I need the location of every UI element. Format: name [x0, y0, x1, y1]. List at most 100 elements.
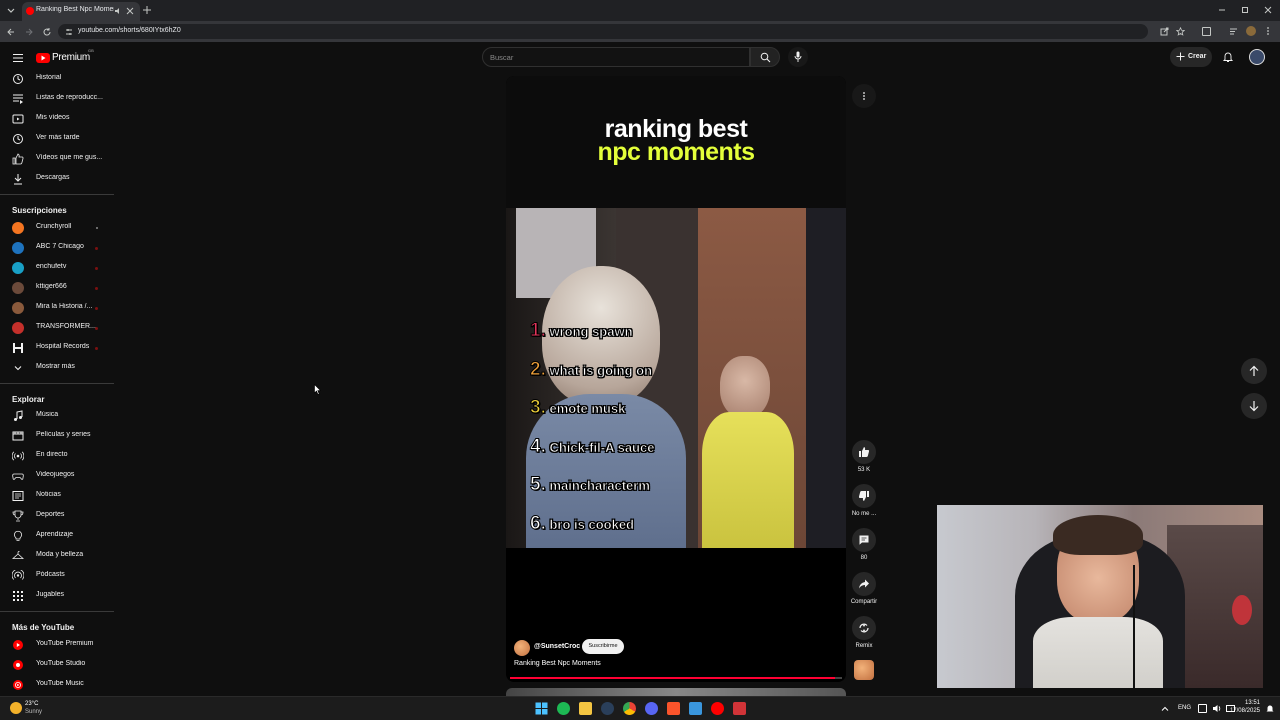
spotify-icon[interactable]	[557, 702, 570, 715]
comments-button[interactable]	[852, 528, 876, 552]
sidebar-item-liked-videos[interactable]: Vídeos que me gus...	[0, 149, 114, 169]
speaker-icon[interactable]	[114, 7, 122, 15]
sidebar-sub-crunchyroll[interactable]: Crunchyroll	[0, 218, 114, 238]
sidebar-item-news[interactable]: Noticias	[0, 486, 114, 506]
sidebar-sub-hospital-records[interactable]: Hospital Records	[0, 338, 114, 358]
hamburger-menu-icon[interactable]	[12, 52, 24, 64]
next-short-button[interactable]	[1241, 393, 1267, 419]
plus-icon	[1176, 52, 1185, 61]
channel-handle[interactable]: @SunsetCroc	[534, 643, 580, 650]
youtube-app-icon[interactable]	[711, 702, 724, 715]
sidebar-item-podcasts[interactable]: Pódcasts	[0, 566, 114, 586]
sidebar-item-movies[interactable]: Películas y series	[0, 426, 114, 446]
new-tab-icon[interactable]	[142, 5, 152, 15]
voice-search-button[interactable]	[788, 47, 808, 67]
sidebar-item-live[interactable]: En directo	[0, 446, 114, 466]
sidebar-item-label: Aprendizaje	[36, 531, 73, 538]
thumb-up-icon	[858, 446, 870, 458]
reload-icon[interactable]	[42, 27, 52, 37]
clock-time[interactable]: 13:51	[1236, 700, 1260, 706]
sidebar-sub-kttiger666[interactable]: kttiger666	[0, 278, 114, 298]
address-bar[interactable]: youtube.com/shorts/680IYtx6hZ0	[58, 24, 1185, 39]
back-icon[interactable]	[6, 27, 16, 37]
media-control-icon[interactable]	[1229, 27, 1238, 36]
account-avatar[interactable]	[1249, 49, 1265, 65]
input-language[interactable]: ENG	[1178, 705, 1191, 711]
sidebar-item-learning[interactable]: Aprendizaje	[0, 526, 114, 546]
sidebar-item-label: Deportes	[36, 511, 65, 518]
like-button[interactable]	[852, 440, 876, 464]
restore-window-icon[interactable]	[1241, 6, 1249, 14]
bookmark-star-icon[interactable]	[1176, 27, 1185, 36]
remix-button[interactable]	[852, 616, 876, 640]
brave-icon[interactable]	[667, 702, 680, 715]
logo-text: Premium	[52, 52, 90, 63]
network-icon[interactable]	[1198, 704, 1207, 713]
search-bar[interactable]: Buscar	[482, 47, 750, 67]
sidebar-sub-transformers[interactable]: TRANSFORMER...	[0, 318, 114, 338]
weather-widget[interactable]: 23°C Sunny	[8, 700, 58, 718]
sidebar-item-youtube-studio[interactable]: YouTube Studio	[0, 655, 114, 675]
sidebar-item-music[interactable]: Música	[0, 406, 114, 426]
sidebar-item-sports[interactable]: Deportes	[0, 506, 114, 526]
channel-avatar[interactable]	[514, 640, 530, 656]
notifications-bell-icon[interactable]	[1222, 51, 1234, 63]
clock-date[interactable]: 17/08/2025	[1220, 708, 1260, 714]
active-tab[interactable]: Ranking Best Npc Moments	[22, 2, 140, 21]
browser-menu-icon[interactable]	[1266, 26, 1270, 36]
sidebar-item-watch-later[interactable]: Ver más tarde	[0, 129, 114, 149]
windows-start-icon[interactable]	[535, 702, 548, 715]
site-info-icon[interactable]	[65, 28, 73, 36]
youtube-play-logo-icon	[36, 53, 50, 63]
progress-track[interactable]	[510, 677, 842, 679]
sidebar-item-downloads[interactable]: Descargas	[0, 169, 114, 189]
close-window-icon[interactable]	[1264, 6, 1272, 14]
create-button[interactable]: Crear	[1170, 47, 1212, 67]
grid-icon	[12, 590, 24, 602]
podcast-icon	[12, 570, 24, 582]
short-more-options-button[interactable]	[852, 84, 876, 108]
search-button[interactable]	[750, 47, 780, 67]
browser-tab-strip: Ranking Best Npc Moments	[0, 0, 1280, 21]
sidebar-item-historial[interactable]: Historial	[0, 69, 114, 89]
sidebar-item-fashion[interactable]: Moda y belleza	[0, 546, 114, 566]
minimize-window-icon[interactable]	[1218, 6, 1226, 14]
recording-app-icon[interactable]	[733, 702, 746, 715]
steam-icon[interactable]	[601, 702, 614, 715]
next-short-preview[interactable]	[506, 688, 846, 696]
notification-center-icon[interactable]	[1266, 704, 1274, 713]
subscribe-button[interactable]: Suscribirme	[582, 639, 624, 654]
sidebar-item-playlists[interactable]: Listas de reproducc...	[0, 89, 114, 109]
search-input[interactable]: Buscar	[490, 53, 513, 62]
sidebar-item-playables[interactable]: Jugables	[0, 586, 114, 606]
extensions-icon[interactable]	[1202, 27, 1211, 36]
dislike-button[interactable]	[852, 484, 876, 508]
sidebar-item-label: Ver más tarde	[36, 134, 80, 141]
previous-short-button[interactable]	[1241, 358, 1267, 384]
tab-search-button[interactable]	[6, 5, 16, 15]
share-arrow-icon	[858, 578, 870, 590]
open-in-app-icon[interactable]	[1160, 27, 1169, 36]
discord-icon[interactable]	[645, 702, 658, 715]
store-icon[interactable]	[689, 702, 702, 715]
show-more-button[interactable]: Mostrar más	[0, 358, 114, 378]
sidebar-sub-enchufetv[interactable]: enchufetv	[0, 258, 114, 278]
sidebar-sub-mira-la-historia[interactable]: Mira la Historia /...	[0, 298, 114, 318]
sidebar-sub-abc7[interactable]: ABC 7 Chicago	[0, 238, 114, 258]
short-player[interactable]: ranking best npc moments 1. wrong spawn 2…	[506, 76, 846, 682]
profile-avatar-icon[interactable]	[1246, 26, 1256, 36]
sidebar-item-gaming[interactable]: Videojuegos	[0, 466, 114, 486]
explore-heading: Explorar	[12, 395, 45, 404]
sidebar-item-youtube-premium[interactable]: YouTube Premium	[0, 635, 114, 655]
tray-chevron-up-icon[interactable]	[1161, 705, 1169, 713]
chrome-icon[interactable]	[623, 702, 636, 715]
file-explorer-icon[interactable]	[579, 702, 592, 715]
share-label: Compartir	[850, 599, 878, 605]
sidebar-item-youtube-music[interactable]: YouTube Music	[0, 675, 114, 695]
close-tab-icon[interactable]	[126, 7, 134, 15]
youtube-premium-logo[interactable]: Premium GB	[36, 48, 96, 65]
audio-thumbnail[interactable]	[854, 660, 874, 680]
sidebar-item-my-videos[interactable]: Mis vídeos	[0, 109, 114, 129]
forward-icon[interactable]	[24, 27, 34, 37]
share-button[interactable]	[852, 572, 876, 596]
